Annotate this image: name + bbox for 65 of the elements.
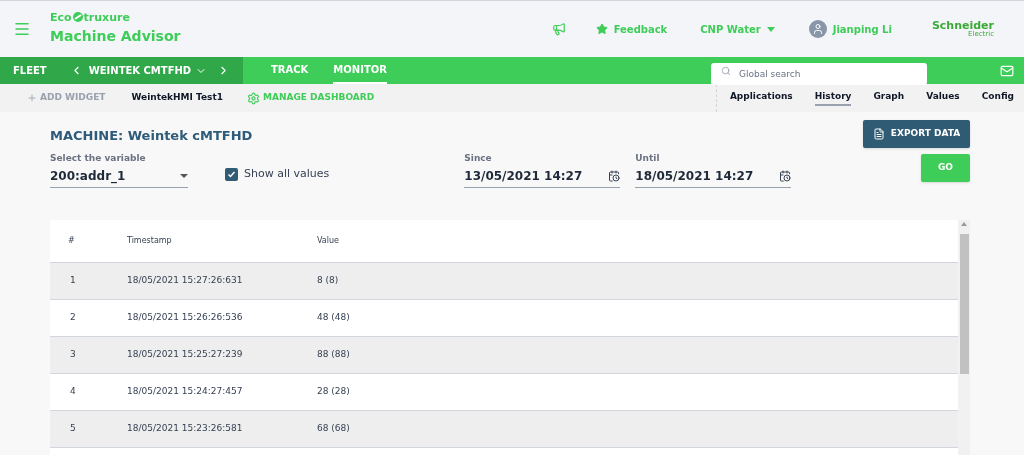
table-cell-text: 8 (8) <box>317 273 340 287</box>
star-icon <box>595 23 608 35</box>
plus-icon <box>27 93 37 103</box>
table-cell-text: 68 (68) <box>317 421 351 435</box>
checkbox-label: Show all values <box>244 166 330 182</box>
table-cell-text: 18/05/2021 15:26:26:536 <box>127 310 244 324</box>
table-cell-text: 28 (28) <box>317 384 351 398</box>
search-field[interactable]: Global search <box>711 62 927 85</box>
mail-icon[interactable] <box>1000 63 1014 78</box>
feedback-button[interactable]: Feedback <box>595 21 668 37</box>
logo-icon <box>71 11 84 23</box>
scroll-up-icon[interactable] <box>961 221 967 226</box>
view-tab[interactable]: Values <box>926 89 960 107</box>
table-cell-text: 18/05/2021 15:27:26:631 <box>127 273 244 287</box>
view-tab[interactable]: Config <box>981 89 1014 107</box>
file-icon <box>872 128 885 140</box>
field-label: Select the variable <box>50 152 147 165</box>
brand-text: Eco <box>50 11 72 23</box>
table-cell-text: 4 <box>69 384 77 398</box>
until-field[interactable]: 18/05/2021 14:27 <box>635 165 792 188</box>
machine-selector[interactable]: WEINTEK CMTFHD <box>88 63 208 78</box>
page-title: MACHINE: Weintek cMTFHD <box>50 127 253 145</box>
since-field[interactable]: 13/05/2021 14:27 <box>464 165 621 188</box>
table-cell-text: 5 <box>69 421 77 435</box>
add-widget-button[interactable]: ADD WIDGET <box>27 91 106 105</box>
table-cell-text: 1 <box>69 273 77 287</box>
go-button[interactable]: GO <box>921 154 970 182</box>
caret-icon <box>180 174 188 178</box>
column-header: Value <box>317 234 340 247</box>
table-cell-text: 2 <box>69 310 77 324</box>
caret-icon <box>766 26 775 32</box>
dashboard-name: WeintekHMI Test1 <box>131 91 223 105</box>
table-cell-text: 18/05/2021 15:24:27:457 <box>127 384 244 398</box>
field-label: Since <box>464 152 493 165</box>
column-header: # <box>67 234 76 247</box>
scrollbar[interactable] <box>958 219 970 455</box>
view-tab[interactable]: History <box>814 89 852 107</box>
user-name[interactable]: Jianping Li <box>832 21 892 37</box>
table-cell-text: 18/05/2021 15:25:27:239 <box>127 347 244 361</box>
export-data-button[interactable]: EXPORT DATA <box>863 120 970 148</box>
table-cell-text: 88 (88) <box>317 347 351 361</box>
calendar-icon <box>779 170 792 182</box>
avatar-icon[interactable] <box>808 20 827 38</box>
view-tab[interactable]: Graph <box>873 89 905 107</box>
search-icon <box>721 65 731 76</box>
app-title: Machine Advisor <box>50 27 181 46</box>
vendor-logo-text: Schneider <box>931 20 994 31</box>
brand-text: truxure <box>83 11 130 23</box>
megaphone-icon[interactable] <box>551 22 566 36</box>
organization-dropdown[interactable]: CNP Water <box>700 21 775 37</box>
calendar-icon <box>608 170 621 182</box>
menu-icon[interactable] <box>13 20 31 38</box>
table-cell-text: 3 <box>69 347 77 361</box>
field-label: Until <box>635 152 661 165</box>
nav-tab[interactable]: TRACK <box>271 57 309 84</box>
view-tab[interactable]: Applications <box>729 89 793 107</box>
manage-dashboard-button[interactable]: MANAGE DASHBOARD <box>247 91 375 105</box>
fleet-link[interactable]: FLEET <box>13 63 47 78</box>
variable-select[interactable]: 200:addr_1 <box>50 165 188 188</box>
table-cell-text: 48 (48) <box>317 310 351 324</box>
checkbox[interactable] <box>225 167 238 181</box>
gear-icon <box>247 91 260 105</box>
table-cell-text: 18/05/2021 15:23:26:581 <box>127 421 244 435</box>
column-header: Timestamp <box>127 234 173 247</box>
check-icon <box>227 169 236 179</box>
